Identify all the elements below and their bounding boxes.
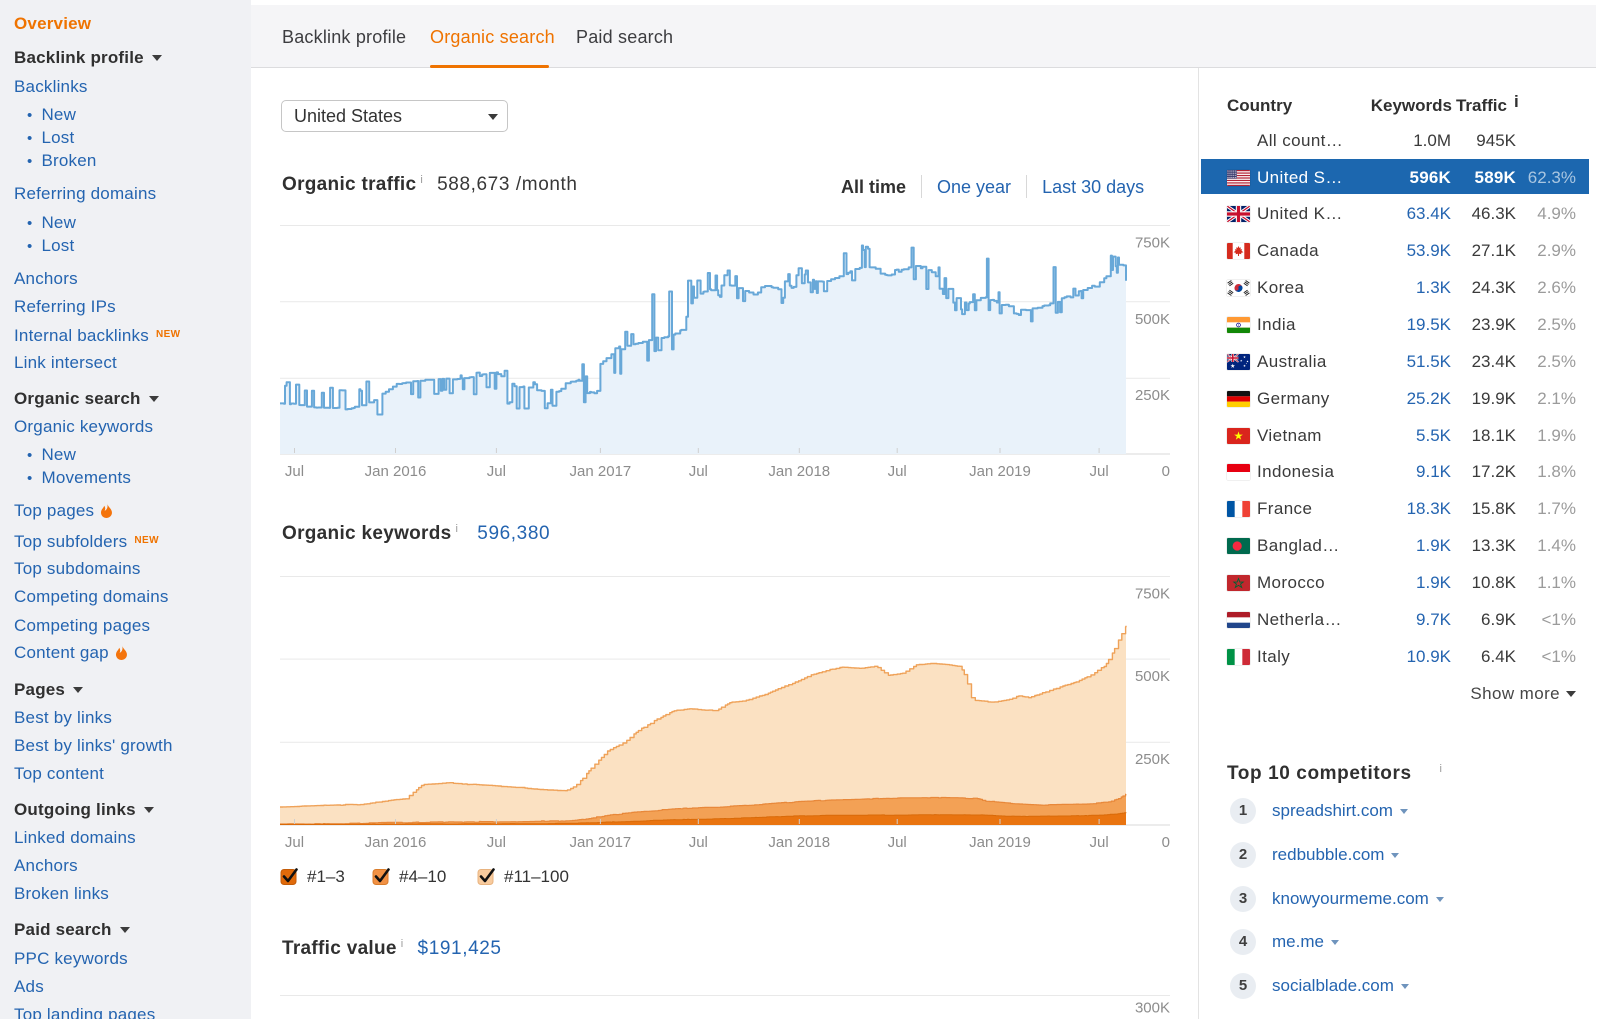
svg-text:Jan 2016: Jan 2016 [365, 834, 427, 851]
svg-text:Jan 2018: Jan 2018 [768, 834, 830, 851]
svg-text:Jan 2017: Jan 2017 [570, 463, 632, 480]
svg-text:Jan 2017: Jan 2017 [570, 834, 632, 851]
svg-text:Jul: Jul [487, 463, 506, 480]
svg-text:Jan 2018: Jan 2018 [768, 463, 830, 480]
svg-text:Jul: Jul [689, 834, 708, 851]
svg-text:0: 0 [1162, 463, 1170, 480]
svg-text:Jan 2016: Jan 2016 [365, 463, 427, 480]
svg-text:250K: 250K [1135, 387, 1170, 404]
svg-text:Jul: Jul [888, 463, 907, 480]
svg-text:Jan 2019: Jan 2019 [969, 834, 1031, 851]
svg-text:Jul: Jul [689, 463, 708, 480]
svg-text:500K: 500K [1135, 311, 1170, 328]
svg-text:Jul: Jul [888, 834, 907, 851]
svg-text:0: 0 [1162, 834, 1170, 851]
svg-text:Jul: Jul [1090, 463, 1109, 480]
svg-text:750K: 750K [1135, 586, 1170, 603]
svg-text:Jul: Jul [285, 463, 304, 480]
svg-text:250K: 250K [1135, 751, 1170, 768]
svg-text:Jan 2019: Jan 2019 [969, 463, 1031, 480]
svg-text:Jul: Jul [487, 834, 506, 851]
svg-text:750K: 750K [1135, 235, 1170, 252]
svg-text:300K: 300K [1135, 1000, 1170, 1017]
svg-text:500K: 500K [1135, 668, 1170, 685]
svg-text:Jul: Jul [285, 834, 304, 851]
svg-text:Jul: Jul [1090, 834, 1109, 851]
